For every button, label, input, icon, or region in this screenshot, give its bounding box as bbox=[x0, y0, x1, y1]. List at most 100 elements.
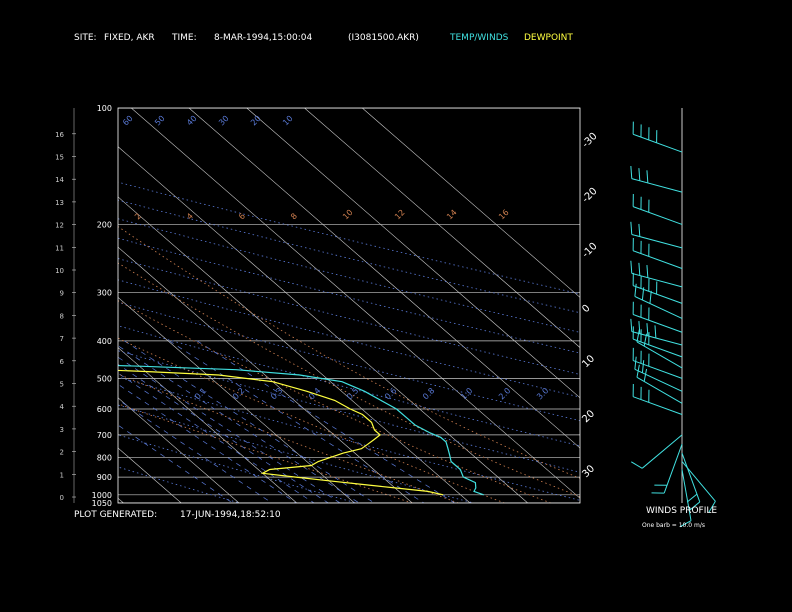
moist-adiabat bbox=[118, 262, 580, 497]
mixing-ratio-line bbox=[196, 340, 455, 503]
mixing-ratio-line bbox=[124, 340, 375, 503]
isotherm-line bbox=[118, 196, 471, 503]
height-km-label: 11 bbox=[55, 244, 64, 252]
height-km-label: 8 bbox=[60, 312, 64, 320]
isotherm-line bbox=[0, 108, 66, 503]
wind-barb bbox=[651, 444, 683, 494]
moist-adiabat-label: 16 bbox=[497, 208, 511, 222]
wind-barb-flag bbox=[638, 262, 641, 276]
wind-barb-flag bbox=[643, 368, 648, 382]
wind-barb bbox=[632, 347, 683, 379]
moist-adiabat bbox=[118, 300, 552, 503]
dry-adiabat bbox=[118, 434, 357, 503]
temperature-profile bbox=[118, 364, 484, 496]
pressure-label: 400 bbox=[97, 337, 112, 346]
dry-adiabat bbox=[118, 325, 580, 447]
height-km-label: 0 bbox=[60, 494, 64, 502]
moist-adiabat-label: 14 bbox=[445, 208, 459, 222]
right-temp-label: 20 bbox=[580, 408, 597, 425]
wind-barb-flag bbox=[654, 325, 657, 339]
moist-adiabat-label: 10 bbox=[341, 208, 355, 222]
wind-barb bbox=[681, 461, 716, 513]
isotherm-line bbox=[118, 497, 124, 503]
dry-adiabat bbox=[118, 350, 580, 473]
dry-adiabat bbox=[118, 199, 580, 314]
mixing-ratio-label: 0.4 bbox=[307, 386, 322, 401]
dry-adiabat-label: 30 bbox=[217, 114, 231, 128]
wind-barb-flag bbox=[630, 165, 633, 179]
pressure-label: 100 bbox=[97, 104, 112, 113]
dry-adiabat bbox=[118, 376, 580, 501]
right-temp-label: -20 bbox=[580, 186, 599, 205]
wind-barb bbox=[631, 434, 683, 469]
height-km-label: 7 bbox=[60, 335, 64, 343]
dewpoint-profile bbox=[118, 369, 444, 496]
wind-barb-flag bbox=[638, 223, 641, 237]
mixing-ratio-line bbox=[118, 399, 273, 503]
barb-note: One barb = 10.0 m/s bbox=[642, 522, 705, 529]
wind-barb-flag bbox=[636, 329, 640, 343]
mixing-ratio-label: 1.0 bbox=[459, 386, 474, 401]
wind-barb bbox=[630, 221, 683, 249]
wind-barb bbox=[632, 238, 683, 269]
isotherm-line bbox=[0, 108, 8, 503]
isotherm-line bbox=[304, 108, 580, 348]
dry-adiabat-label: 20 bbox=[249, 114, 263, 128]
height-km-label: 6 bbox=[60, 358, 65, 366]
dry-adiabat bbox=[118, 181, 580, 295]
isotherm-line bbox=[362, 108, 580, 298]
height-km-label: 4 bbox=[60, 403, 65, 411]
wind-barb bbox=[632, 301, 683, 333]
mixing-ratio-label: 0.2 bbox=[231, 386, 246, 401]
height-km-label: 5 bbox=[60, 381, 64, 389]
isotherm-line bbox=[118, 447, 182, 503]
wind-barb-flag bbox=[646, 265, 649, 278]
mixing-ratio-label: 0.3 bbox=[269, 386, 284, 401]
plot-generated-value: 17-JUN-1994,18:52:10 bbox=[180, 510, 281, 520]
wind-barb-flag bbox=[686, 493, 698, 503]
wind-barb bbox=[632, 121, 683, 153]
wind-barb bbox=[630, 165, 683, 193]
right-temp-label: 0 bbox=[580, 303, 592, 315]
wind-barb-flag bbox=[638, 168, 641, 181]
height-km-label: 9 bbox=[60, 290, 64, 298]
moist-adiabat-label: 4 bbox=[185, 211, 195, 221]
mixing-ratio-line bbox=[169, 340, 425, 503]
pressure-label: 600 bbox=[97, 405, 112, 414]
isotherm-line bbox=[118, 146, 528, 503]
mixing-ratio-label: 2.0 bbox=[497, 386, 512, 401]
height-km-label: 13 bbox=[55, 199, 64, 207]
moist-adiabat-label: 2 bbox=[133, 211, 143, 221]
wind-barb-flag bbox=[641, 360, 645, 373]
right-temp-label: 10 bbox=[580, 353, 597, 370]
pressure-label: 200 bbox=[97, 220, 112, 229]
mixing-ratio-label: 0.8 bbox=[421, 386, 436, 401]
pressure-label: 700 bbox=[97, 431, 112, 440]
height-km-label: 15 bbox=[55, 154, 64, 162]
moist-adiabat-label: 6 bbox=[237, 211, 247, 221]
height-km-label: 2 bbox=[60, 449, 64, 457]
plot-frame bbox=[117, 107, 581, 504]
wind-barb-staff bbox=[641, 434, 683, 469]
dry-adiabat-label: 10 bbox=[281, 114, 295, 128]
moist-adiabat-label: 8 bbox=[289, 211, 299, 221]
mixing-ratio-label: 3.0 bbox=[535, 386, 550, 401]
isotherm-line bbox=[188, 108, 580, 449]
wind-barb bbox=[681, 452, 701, 511]
wind-barb-flag bbox=[646, 323, 649, 336]
pressure-label: 800 bbox=[97, 453, 112, 462]
isotherm-line bbox=[118, 246, 413, 503]
mixing-ratio-line bbox=[118, 424, 233, 503]
dry-adiabat bbox=[118, 258, 580, 375]
right-temp-label: -30 bbox=[580, 131, 599, 150]
pressure-label: 300 bbox=[97, 289, 112, 298]
wind-barb-flag bbox=[634, 283, 637, 297]
isotherm-line bbox=[118, 397, 240, 503]
wind-barb-flag bbox=[630, 260, 633, 274]
height-km-label: 3 bbox=[60, 426, 64, 434]
wind-barb bbox=[634, 356, 683, 392]
mixing-ratio-line bbox=[118, 356, 341, 503]
dry-adiabat-label: 40 bbox=[185, 114, 199, 128]
isotherm-line bbox=[118, 296, 355, 503]
plot-area bbox=[0, 108, 580, 503]
